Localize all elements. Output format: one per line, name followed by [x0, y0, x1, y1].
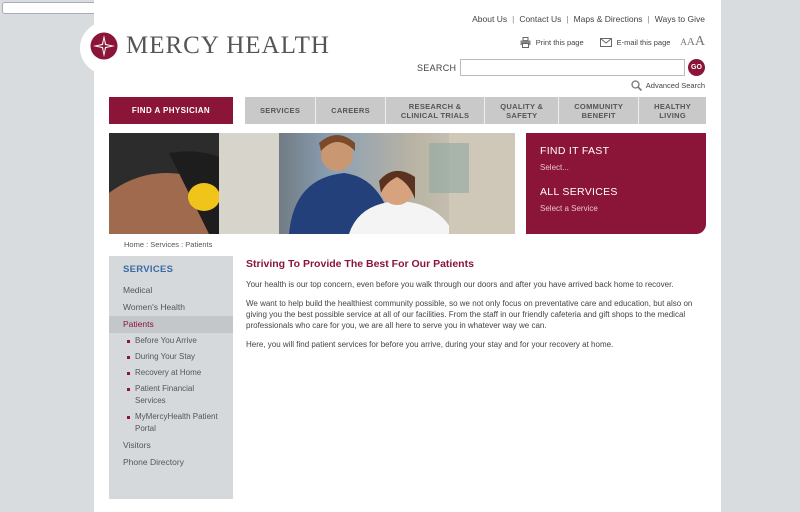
logo-cross-icon — [90, 32, 118, 60]
envelope-icon — [599, 37, 612, 47]
logo-text: MERCY HEALTH — [126, 32, 330, 59]
printer-icon — [520, 36, 531, 48]
print-label: Print this page — [535, 37, 584, 47]
text-size-medium[interactable]: A — [687, 36, 695, 48]
separator: | — [647, 14, 650, 24]
nav-community-benefit[interactable]: COMMUNITY BENEFIT — [559, 97, 640, 124]
nav-label: COMMUNITY — [574, 101, 624, 111]
sidebar-subitem-recovery-at-home[interactable]: Recovery at Home — [109, 365, 233, 381]
nav-careers[interactable]: CAREERS — [316, 97, 386, 124]
advanced-search-label: Advanced Search — [645, 81, 705, 90]
content-paragraph: Here, you will find patient services for… — [246, 340, 614, 349]
all-services-title: ALL SERVICES — [540, 186, 618, 198]
hero-illustration — [109, 133, 515, 234]
email-label: E-mail this page — [616, 37, 671, 47]
nav-healthy-living[interactable]: HEALTHY LIVING — [639, 97, 706, 124]
breadcrumb[interactable]: Home : Services : Patients — [124, 240, 212, 249]
sidebar-item-womens-health[interactable]: Women's Health — [109, 299, 233, 316]
search-label: SEARCH — [417, 63, 457, 73]
link-about-us[interactable]: About Us — [472, 14, 507, 24]
sidebar-subitem-patient-financial-services[interactable]: Patient Financial Services — [109, 381, 233, 409]
separator: | — [512, 14, 515, 24]
print-page-link[interactable]: Print this page — [520, 36, 584, 48]
content-paragraph: We want to help build the healthiest com… — [246, 299, 693, 330]
advanced-search-link[interactable]: Advanced Search — [631, 80, 705, 91]
nav-services[interactable]: SERVICES — [245, 97, 317, 124]
nav-label-2: SAFETY — [506, 110, 538, 120]
utility-links: About Us | Contact Us | Maps & Direction… — [472, 14, 705, 24]
nav-label: QUALITY & — [500, 101, 544, 111]
link-ways-to-give[interactable]: Ways to Give — [655, 14, 705, 24]
sidebar-subitem-mymercyhealth-portal[interactable]: MyMercyHealth Patient Portal — [109, 409, 233, 437]
nav-label: SERVICES — [259, 106, 301, 115]
separator: | — [566, 14, 569, 24]
sidebar: SERVICES Medical Women's Health Patients… — [109, 256, 233, 499]
sidebar-item-phone-directory[interactable]: Phone Directory — [109, 454, 233, 471]
sidebar-title[interactable]: SERVICES — [109, 264, 233, 275]
main-content: Striving To Provide The Best For Our Pat… — [246, 258, 696, 358]
text-size-large[interactable]: A — [695, 34, 705, 49]
nav-label: RESEARCH & — [408, 101, 462, 111]
all-services-select[interactable]: Select a Service — [540, 204, 692, 213]
find-it-fast-select[interactable]: Select... — [540, 163, 692, 172]
nav-quality-safety[interactable]: QUALITY & SAFETY — [485, 97, 560, 124]
text-size-controls: AAA — [680, 34, 705, 50]
find-it-fast-panel: FIND IT FAST Select... ALL SERVICES Sele… — [526, 133, 706, 234]
link-contact-us[interactable]: Contact Us — [519, 14, 561, 24]
sidebar-item-medical[interactable]: Medical — [109, 282, 233, 299]
main-nav: SERVICES CAREERS RESEARCH & CLINICAL TRIA… — [245, 97, 706, 124]
nav-label-2: CLINICAL TRIALS — [400, 110, 470, 120]
nav-label-2: BENEFIT — [581, 110, 616, 120]
sidebar-item-patients[interactable]: Patients — [109, 316, 233, 333]
email-page-link[interactable]: E-mail this page — [599, 37, 671, 47]
nav-label: CAREERS — [331, 106, 370, 115]
content-paragraph: Your health is our top concern, even bef… — [246, 280, 674, 289]
hero-image — [109, 133, 515, 234]
magnifier-icon — [631, 80, 642, 91]
find-a-physician-button[interactable]: FIND A PHYSICIAN — [109, 97, 233, 124]
page-tools: Print this page E-mail this page AAA — [504, 34, 705, 50]
nav-label: HEALTHY — [654, 101, 692, 111]
logo[interactable]: MERCY HEALTH — [90, 32, 330, 60]
sidebar-item-visitors[interactable]: Visitors — [109, 437, 233, 454]
nav-label-2: LIVING — [659, 110, 686, 120]
search-go-button[interactable]: GO — [688, 59, 705, 76]
nav-research[interactable]: RESEARCH & CLINICAL TRIALS — [386, 97, 486, 124]
find-it-fast-title: FIND IT FAST — [540, 145, 610, 157]
page-title: Striving To Provide The Best For Our Pat… — [246, 258, 474, 270]
link-maps-directions[interactable]: Maps & Directions — [574, 14, 643, 24]
sidebar-subitem-before-you-arrive[interactable]: Before You Arrive — [109, 333, 233, 349]
sidebar-subitem-during-your-stay[interactable]: During Your Stay — [109, 349, 233, 365]
search-input[interactable] — [460, 59, 685, 76]
page-container: MERCY HEALTH About Us | Contact Us | Map… — [80, 0, 721, 512]
